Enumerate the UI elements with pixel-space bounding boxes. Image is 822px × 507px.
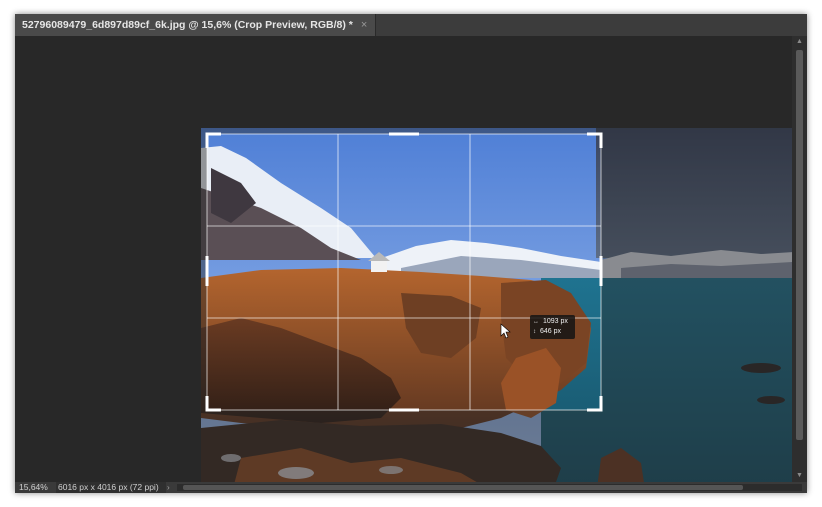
close-icon[interactable]: × [361,14,367,36]
scroll-down-icon[interactable]: ▼ [792,470,807,482]
horizontal-scroll-thumb[interactable] [183,485,743,490]
document-window: 52796089479_6d897d89cf_6k.jpg @ 15,6% (C… [15,14,807,493]
tab-bar: 52796089479_6d897d89cf_6k.jpg @ 15,6% (C… [15,14,807,36]
vertical-scrollbar[interactable]: ▲ ▼ [792,36,807,482]
document-size: 6016 px x 4016 px (72 ppi) [56,482,166,493]
status-bar: 15,64% 6016 px x 4016 px (72 ppi) › [15,482,807,493]
width-icon: ↔ [533,319,539,325]
chevron-right-icon[interactable]: › [167,482,170,493]
vertical-scroll-thumb[interactable] [796,50,803,440]
crop-height-value: 646 px [540,328,562,335]
photo-image [201,128,792,482]
horizontal-scrollbar[interactable] [177,484,802,491]
document-tab[interactable]: 52796089479_6d897d89cf_6k.jpg @ 15,6% (C… [15,14,377,36]
canvas-area[interactable]: ↔ 1093 px ↕ 646 px [15,36,792,482]
height-icon: ↕ [533,329,536,335]
zoom-level[interactable]: 15,64% [19,482,48,493]
crop-width-value: 1093 px [543,318,568,325]
crop-size-readout: ↔ 1093 px ↕ 646 px [530,315,575,339]
document-tab-title: 52796089479_6d897d89cf_6k.jpg @ 15,6% (C… [22,19,353,31]
scroll-up-icon[interactable]: ▲ [792,36,807,48]
